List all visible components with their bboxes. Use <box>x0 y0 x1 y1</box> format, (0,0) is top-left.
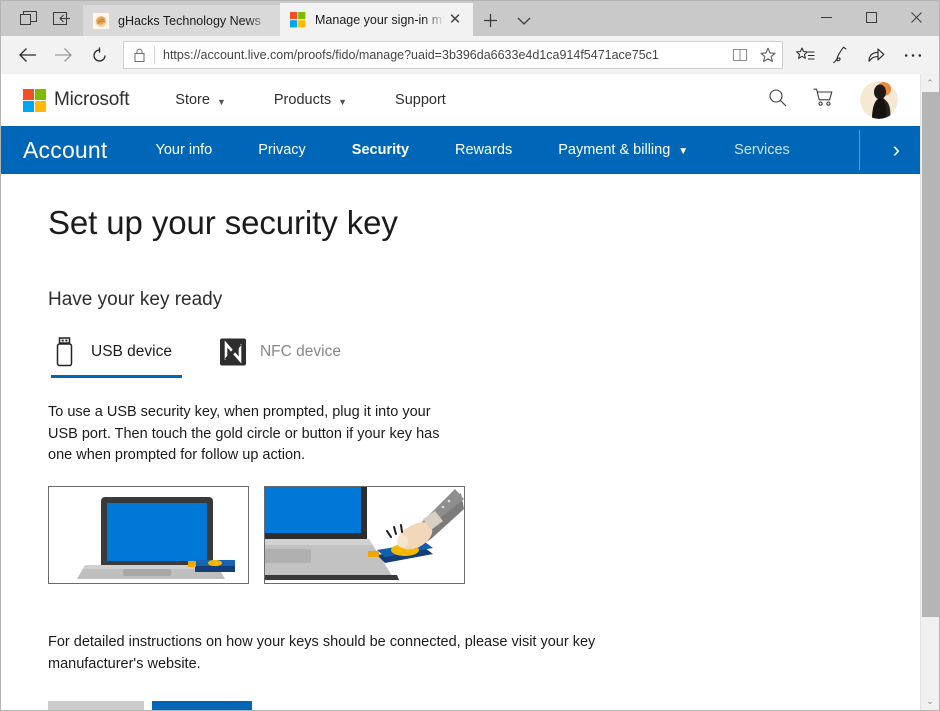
account-nav-rewards[interactable]: Rewards <box>455 142 512 158</box>
scroll-up-arrow-icon[interactable]: ⌃ <box>921 74 939 92</box>
cancel-button[interactable]: Cancel <box>48 700 144 710</box>
browser-window: gHacks Technology News Manage your sign-… <box>0 0 940 711</box>
cart-icon[interactable] <box>813 88 834 112</box>
tab-title: Manage your sign-in m <box>315 12 443 27</box>
share-icon[interactable] <box>859 38 895 72</box>
microsoft-logo[interactable]: Microsoft <box>23 88 130 112</box>
laptop-with-key-illustration <box>48 486 249 585</box>
nav-item-support[interactable]: Support <box>395 92 446 108</box>
microsoft-global-header: Microsoft Store ▼ Products ▼ Support <box>1 74 922 126</box>
browser-tab-microsoft-account[interactable]: Manage your sign-in m ✕ <box>280 3 473 36</box>
tab-nfc-device[interactable]: NFC device <box>217 336 341 378</box>
account-brand[interactable]: Account <box>23 137 108 164</box>
nav-item-products[interactable]: Products ▼ <box>274 92 347 108</box>
search-icon[interactable] <box>768 88 787 112</box>
set-tabs-aside-button[interactable] <box>45 4 79 34</box>
scroll-down-arrow-icon[interactable]: ⌄ <box>921 692 939 710</box>
page-subtitle: Have your key ready <box>48 288 223 310</box>
tab-label: NFC device <box>259 342 341 360</box>
tab-usb-device[interactable]: USB device <box>48 336 182 378</box>
close-tab-icon[interactable]: ✕ <box>445 12 465 27</box>
tab-dropdown-icon[interactable] <box>507 5 541 36</box>
nfc-device-icon <box>217 336 249 368</box>
footer-note-text: For detailed instructions on how your ke… <box>48 634 596 672</box>
reading-view-icon[interactable] <box>726 48 754 62</box>
nav-item-label: Store <box>175 92 210 108</box>
nav-item-label: Support <box>395 92 446 108</box>
task-view-button[interactable] <box>11 4 45 34</box>
window-controls <box>804 1 939 34</box>
star-icon[interactable] <box>754 47 782 63</box>
account-nav-services[interactable]: Services <box>734 142 790 158</box>
chevron-down-icon: ▼ <box>216 97 226 107</box>
account-nav-payment-billing[interactable]: Payment & billing ▼ <box>558 142 688 158</box>
account-nav-your-info[interactable]: Your info <box>156 142 213 158</box>
web-note-icon[interactable] <box>823 38 859 72</box>
close-window-button[interactable] <box>894 1 939 34</box>
lock-icon <box>124 48 154 62</box>
browser-tab-ghacks[interactable]: gHacks Technology News <box>83 5 280 36</box>
footer-note-block: For detailed instructions on how your ke… <box>48 632 922 710</box>
browser-address-bar: https://account.live.com/proofs/fido/man… <box>1 36 939 74</box>
microsoft-top-nav: Store ▼ Products ▼ Support <box>175 92 742 108</box>
nav-label: Your info <box>155 142 213 158</box>
main-content: Set up your security key Have your key r… <box>1 174 922 710</box>
forward-button[interactable] <box>45 38 81 72</box>
touch-key-illustration <box>264 486 465 585</box>
tabstrip-left-buttons <box>1 1 83 36</box>
avatar[interactable] <box>860 81 898 119</box>
nav-overflow-arrow-icon[interactable]: › <box>893 139 900 161</box>
back-button[interactable] <box>9 38 45 72</box>
chevron-down-icon: ▼ <box>678 145 689 157</box>
microsoft-wordmark: Microsoft <box>54 89 130 110</box>
nav-item-label: Products <box>273 92 332 108</box>
refresh-button[interactable] <box>81 38 117 72</box>
nav-label: Rewards <box>455 142 513 158</box>
scrollbar-thumb[interactable] <box>922 92 939 617</box>
nav-label: Security <box>351 142 410 158</box>
ghacks-favicon <box>93 12 109 29</box>
header-right-icons <box>742 81 922 119</box>
page-viewport: Microsoft Store ▼ Products ▼ Support Acc… <box>1 74 939 710</box>
account-nav-privacy[interactable]: Privacy <box>258 142 306 158</box>
nav-item-store[interactable]: Store ▼ <box>175 92 226 108</box>
microsoft-logo-icon <box>23 88 46 112</box>
illustrations <box>48 486 922 585</box>
favorites-hub-icon[interactable] <box>787 38 823 72</box>
page-title: Set up your security key <box>48 204 398 241</box>
account-nav-security[interactable]: Security <box>352 142 409 158</box>
new-tab-button[interactable] <box>473 5 507 36</box>
more-icon[interactable] <box>895 38 931 72</box>
usb-device-icon <box>48 336 80 368</box>
next-button[interactable]: Next <box>152 700 252 710</box>
tab-title: gHacks Technology News <box>118 13 261 28</box>
page-content: Microsoft Store ▼ Products ▼ Support Acc… <box>1 74 922 710</box>
page-scrollbar[interactable]: ⌃ ⌄ <box>920 74 939 710</box>
nav-label: Services <box>734 142 790 158</box>
account-nav-bar: Account Your info Privacy Security Rewar… <box>1 126 922 174</box>
nav-label: Payment & billing <box>558 142 671 158</box>
device-type-tabs: USB device NFC device <box>48 336 922 378</box>
minimize-button[interactable] <box>804 1 849 34</box>
browser-tab-strip: gHacks Technology News Manage your sign-… <box>1 1 939 36</box>
nav-divider <box>859 130 860 170</box>
instructions-text: To use a USB security key, when prompted… <box>48 403 440 464</box>
chevron-down-icon: ▼ <box>338 97 348 107</box>
url-text[interactable]: https://account.live.com/proofs/fido/man… <box>155 48 726 62</box>
nav-label: Privacy <box>258 142 306 158</box>
maximize-button[interactable] <box>849 1 894 34</box>
action-buttons: Cancel Next <box>48 700 922 710</box>
tab-label: USB device <box>91 342 172 360</box>
url-bar[interactable]: https://account.live.com/proofs/fido/man… <box>123 41 783 69</box>
microsoft-favicon <box>290 11 306 27</box>
